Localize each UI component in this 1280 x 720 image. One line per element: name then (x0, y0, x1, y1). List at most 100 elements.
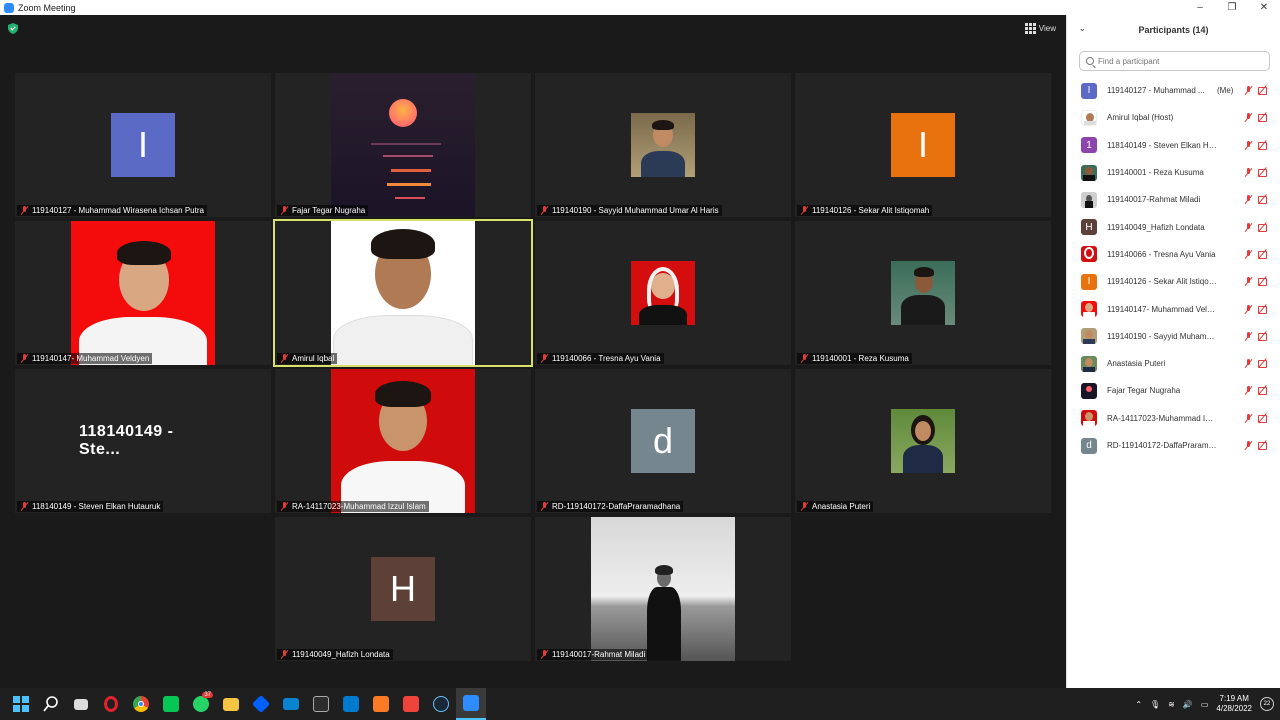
participant-row[interactable]: 119140066 - Tresna Ayu Vania (1067, 241, 1280, 268)
participant-row[interactable]: 119140190 - Sayyid Muhammad... (1067, 323, 1280, 350)
muted-mic-icon[interactable] (1244, 86, 1253, 95)
volume-icon[interactable]: 🔊 (1183, 700, 1193, 709)
terminal-icon[interactable] (306, 688, 336, 720)
chrome-icon[interactable] (126, 688, 156, 720)
participant-row[interactable]: Fajar Tegar Nugraha (1067, 377, 1280, 404)
muted-mic-icon[interactable] (1244, 441, 1253, 450)
dropbox-icon[interactable] (246, 688, 276, 720)
security-shield-icon[interactable] (8, 23, 18, 34)
video-off-icon[interactable] (1258, 141, 1268, 150)
video-tile[interactable]: 119140001 - Reza Kusuma (795, 221, 1051, 365)
restore-button[interactable]: ❐ (1216, 0, 1248, 15)
participant-row[interactable]: H 119140049_Hafizh Londata (1067, 213, 1280, 240)
participant-row[interactable]: I 119140126 - Sekar Alit Istiqomah (1067, 268, 1280, 295)
video-tile[interactable]: 118140149 - Ste... 118140149 - Steven El… (15, 369, 271, 513)
video-tile[interactable]: 119140017-Rahmat Miladi (535, 517, 791, 661)
muted-mic-icon[interactable] (1244, 113, 1253, 122)
participant-row[interactable]: d RD-119140172-DaffaPraramadh... (1067, 432, 1280, 459)
video-off-icon[interactable] (1258, 414, 1268, 423)
windows-start-icon[interactable] (6, 688, 36, 720)
video-off-icon[interactable] (1258, 223, 1268, 232)
whatsapp-badge: 37 (202, 692, 213, 698)
participant-row[interactable]: 1 118140149 - Steven Elkan Hutau... (1067, 132, 1280, 159)
muted-mic-icon (540, 650, 549, 659)
whatsapp-icon[interactable]: 37 (186, 688, 216, 720)
muted-mic-icon[interactable] (1244, 222, 1253, 232)
clock-date: 4/28/2022 (1216, 704, 1252, 713)
muted-mic-icon[interactable] (1244, 168, 1253, 177)
participant-row[interactable]: 119140147- Muhammad Veldyen (1067, 295, 1280, 322)
video-off-icon[interactable] (1258, 195, 1268, 205)
view-button[interactable]: View (1024, 23, 1056, 34)
profile-picture (891, 261, 955, 325)
zoom-taskbar-icon[interactable] (456, 688, 486, 720)
muted-mic-icon[interactable] (1244, 304, 1253, 314)
chevron-up-icon[interactable]: ⌃ (1135, 700, 1142, 709)
participant-search[interactable] (1079, 51, 1270, 71)
muted-mic-icon[interactable] (1244, 140, 1253, 150)
steam-icon[interactable] (426, 688, 456, 720)
notification-badge[interactable]: 22 (1260, 697, 1274, 711)
close-button[interactable]: ✕ (1248, 0, 1280, 15)
video-off-icon[interactable] (1258, 86, 1268, 96)
muted-mic-icon[interactable] (1244, 195, 1253, 204)
wifi-icon[interactable]: ≋ (1168, 700, 1175, 709)
participant-name: 119140066 - Tresna Ayu Vania (1107, 249, 1216, 259)
file-explorer-icon[interactable] (216, 688, 246, 720)
video-tile[interactable]: Fajar Tegar Nugraha (275, 73, 531, 217)
video-tile[interactable]: 119140190 - Sayyid Muhammad Umar Al Hari… (535, 73, 791, 217)
anydesk-icon[interactable] (396, 688, 426, 720)
minimize-button[interactable]: – (1184, 0, 1216, 15)
task-view-icon[interactable] (66, 688, 96, 720)
muted-mic-icon (540, 502, 549, 511)
video-off-icon[interactable] (1258, 386, 1268, 396)
avatar-letter: H (371, 557, 435, 621)
video-off-icon[interactable] (1258, 441, 1268, 450)
video-off-icon[interactable] (1258, 113, 1268, 123)
muted-mic-icon[interactable] (1244, 331, 1253, 341)
participant-row[interactable]: I 119140127 - Muhammad ... (Me) (1067, 77, 1280, 104)
search-input[interactable] (1098, 56, 1268, 66)
participant-name: 119140066 - Tresna Ayu Vania (552, 354, 661, 363)
line-icon[interactable] (156, 688, 186, 720)
muted-mic-icon[interactable] (1244, 359, 1253, 368)
profile-picture (891, 409, 955, 473)
video-off-icon[interactable] (1258, 250, 1268, 259)
video-off-icon[interactable] (1258, 359, 1268, 369)
video-off-icon[interactable] (1258, 277, 1268, 287)
video-tile[interactable]: 119140147- Muhammad Veldyen (15, 221, 271, 365)
search-icon[interactable] (36, 688, 66, 720)
muted-mic-icon[interactable] (1244, 386, 1253, 395)
mail-icon[interactable] (276, 688, 306, 720)
participant-row[interactable]: RA-14117023-Muhammad Izzul I... (1067, 405, 1280, 432)
video-tile[interactable]: I 119140127 - Muhammad Wirasena Ichsan P… (15, 73, 271, 217)
participant-row[interactable]: Anastasia Puteri (1067, 350, 1280, 377)
video-tile[interactable]: 119140066 - Tresna Ayu Vania (535, 221, 791, 365)
video-tile[interactable]: RA-14117023-Muhammad Izzul Islam (275, 369, 531, 513)
video-tile[interactable]: d RD-119140172-DaffaPraramadhana (535, 369, 791, 513)
nameplate: Amirul Iqbal (277, 353, 338, 364)
chevron-down-icon[interactable]: ⌄ (1079, 24, 1086, 33)
profile-picture (631, 113, 695, 177)
video-tile[interactable]: H 119140049_Hafizh Londata (275, 517, 531, 661)
video-off-icon[interactable] (1258, 168, 1268, 178)
microphone-icon[interactable]: 🎙 (1150, 700, 1160, 709)
muted-mic-icon[interactable] (1244, 413, 1253, 423)
battery-icon[interactable]: ▭ (1201, 700, 1209, 709)
participant-row[interactable]: 119140017-Rahmat Miladi (1067, 186, 1280, 213)
video-off-icon[interactable] (1258, 305, 1268, 314)
opera-icon[interactable] (96, 688, 126, 720)
xampp-icon[interactable] (366, 688, 396, 720)
muted-mic-icon[interactable] (1244, 249, 1253, 259)
video-tile[interactable]: I 119140126 - Sekar Alit Istiqomah (795, 73, 1051, 217)
video-off-icon[interactable] (1258, 332, 1268, 341)
active-speaker-tile[interactable]: Amirul Iqbal (273, 219, 533, 367)
clock[interactable]: 7:19 AM 4/28/2022 (1216, 694, 1252, 714)
nameplate: Fajar Tegar Nugraha (277, 205, 369, 216)
muted-mic-icon[interactable] (1244, 277, 1253, 286)
participant-row[interactable]: Amirul Iqbal (Host) (1067, 104, 1280, 131)
participant-row[interactable]: 119140001 - Reza Kusuma (1067, 159, 1280, 186)
nameplate: 119140126 - Sekar Alit Istiqomah (797, 205, 933, 216)
vscode-icon[interactable] (336, 688, 366, 720)
video-tile[interactable]: Anastasia Puteri (795, 369, 1051, 513)
